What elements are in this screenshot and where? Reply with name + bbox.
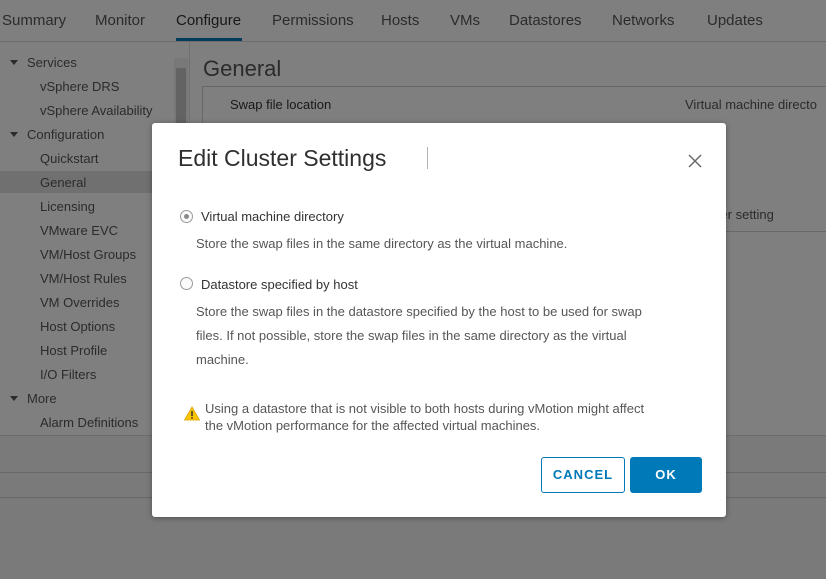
ok-button[interactable]: OK (630, 457, 702, 493)
description-line: machine. (196, 352, 249, 367)
radio-datastore-specified-by-host[interactable] (180, 277, 193, 290)
option-description-datastore-by-host: Store the swap files in the datastore sp… (196, 300, 716, 372)
warning-line: Using a datastore that is not visible to… (205, 401, 645, 416)
close-button[interactable] (684, 150, 706, 172)
edit-cluster-settings-dialog: Edit Cluster Settings Virtual machine di… (152, 123, 726, 517)
warning-triangle-icon (184, 406, 200, 421)
warning-message: Using a datastore that is not visible to… (205, 400, 705, 434)
description-line: Store the swap files in the datastore sp… (196, 304, 642, 319)
close-icon (688, 154, 702, 168)
description-line: files. If not possible, store the swap f… (196, 328, 627, 343)
dialog-title: Edit Cluster Settings (178, 145, 387, 171)
warning-line: the vMotion performance for the affected… (205, 418, 541, 433)
radio-virtual-machine-directory[interactable] (180, 210, 193, 223)
option-description-vm-directory: Store the swap files in the same directo… (196, 236, 568, 251)
option-label-vm-directory[interactable]: Virtual machine directory (201, 209, 344, 224)
option-label-datastore-by-host[interactable]: Datastore specified by host (201, 277, 358, 292)
title-separator (427, 147, 428, 169)
cancel-button[interactable]: CANCEL (541, 457, 625, 493)
